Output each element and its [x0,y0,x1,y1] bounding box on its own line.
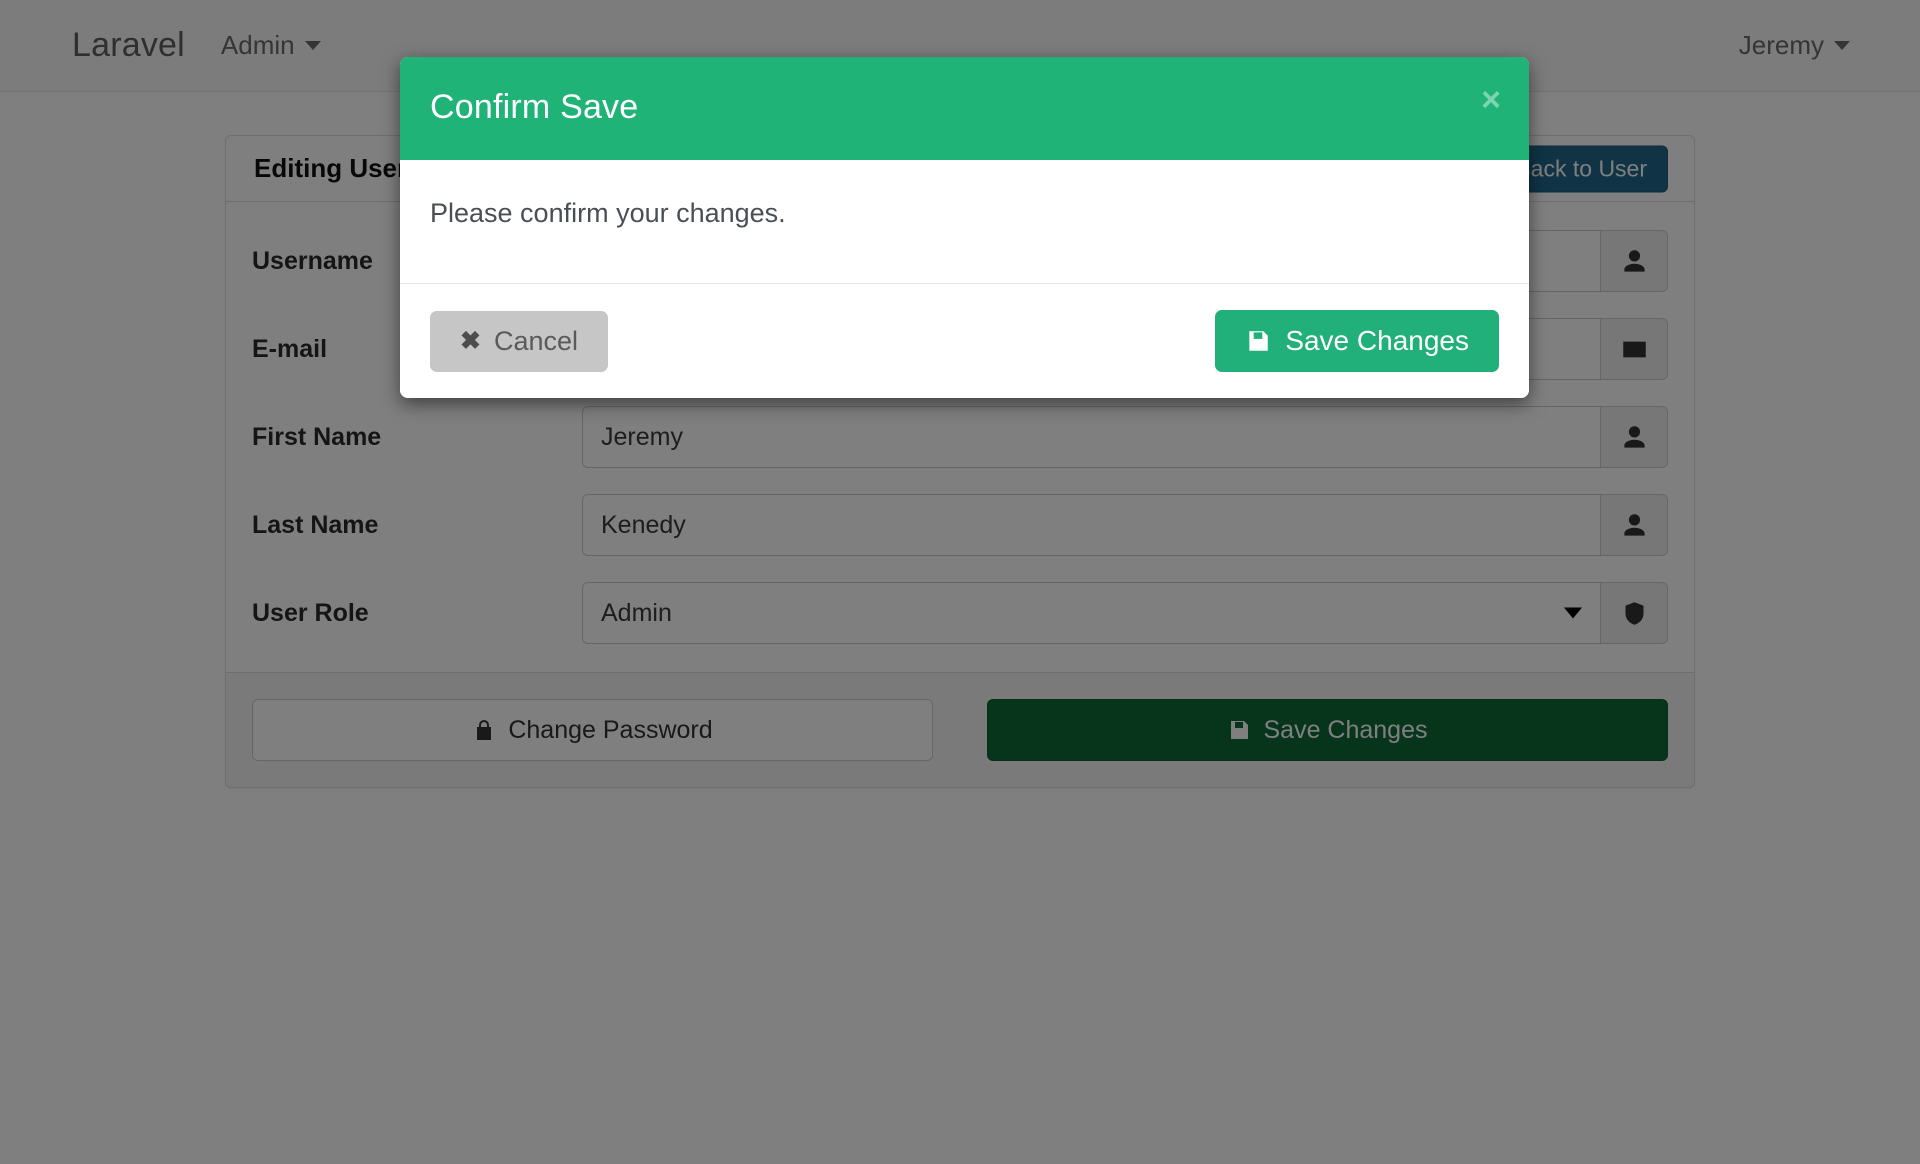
cancel-button[interactable]: ✖ Cancel [430,310,608,372]
save-icon [1249,331,1269,351]
modal-save-changes-button[interactable]: Save Changes [1215,310,1499,372]
close-x-icon: ✖ [460,326,481,355]
modal-footer: ✖ Cancel Save Changes [400,283,1529,398]
confirm-save-modal: Confirm Save × Please confirm your chang… [400,57,1529,398]
modal-body: Please confirm your changes. [400,160,1529,283]
modal-message: Please confirm your changes. [430,198,786,228]
close-icon[interactable]: × [1481,83,1501,117]
cancel-button-label: Cancel [493,325,578,356]
modal-title: Confirm Save [430,88,639,126]
modal-save-changes-label: Save Changes [1285,325,1469,356]
modal-header: Confirm Save × [400,57,1529,160]
